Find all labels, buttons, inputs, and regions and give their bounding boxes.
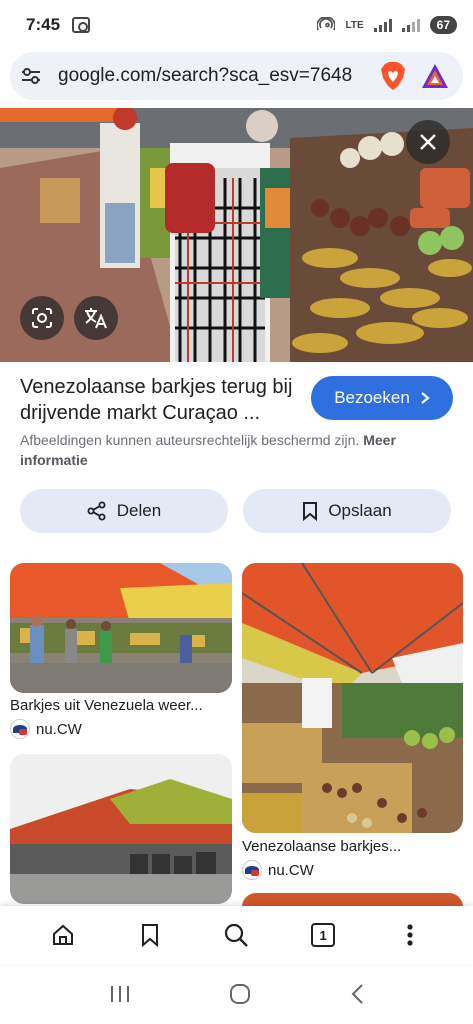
search-icon (225, 923, 249, 947)
related-image-1[interactable] (10, 563, 232, 693)
status-bar: 7:45 LTE 67 (0, 0, 473, 50)
lens-button[interactable] (20, 296, 64, 340)
tune-icon[interactable] (20, 65, 42, 87)
tabs-icon: 1 (311, 923, 336, 947)
signal-icon (373, 18, 392, 32)
save-label: Opslaan (328, 501, 392, 520)
home-button[interactable] (43, 915, 83, 955)
source-label: nu.CW (268, 861, 314, 879)
hotspot-icon (317, 17, 336, 31)
bookmark-icon (141, 924, 158, 947)
related-caption-2[interactable]: Venezolaanse barkjes... (242, 838, 401, 855)
related-image-4[interactable] (242, 893, 463, 907)
home-icon (53, 924, 74, 945)
share-label: Delen (116, 501, 162, 520)
signal-icon-2 (401, 18, 420, 32)
status-icons: LTE 67 (317, 16, 457, 34)
close-button[interactable] (406, 120, 450, 164)
related-image-2[interactable] (242, 563, 463, 833)
brave-lion-icon[interactable] (379, 61, 407, 91)
battery-indicator: 67 (429, 16, 457, 34)
save-button[interactable]: Opslaan (243, 489, 451, 533)
chevron-right-icon (421, 392, 430, 404)
home-nav-icon[interactable] (229, 983, 251, 1005)
share-icon (87, 501, 106, 521)
bookmark-icon (303, 502, 318, 521)
google-lens-icon (32, 308, 52, 328)
address-bar[interactable]: google.com/search?sca_esv=7648 (10, 52, 463, 100)
source-label: nu.CW (36, 720, 82, 738)
system-nav-bar (0, 964, 473, 1024)
search-button[interactable] (216, 915, 256, 955)
copyright-text: Afbeeldingen kunnen auteursrechtelijk be… (20, 432, 360, 448)
result-title[interactable]: Venezolaanse barkjes terug bij drijvende… (20, 374, 300, 426)
back-icon[interactable] (350, 983, 364, 1005)
related-caption-1[interactable]: Barkjes uit Venezuela weer... (10, 697, 203, 714)
nu-cw-logo-icon (242, 860, 262, 880)
browser-bottom-nav: 1 (0, 906, 473, 964)
related-source-2[interactable]: nu.CW (242, 860, 314, 880)
network-label: LTE (345, 19, 364, 31)
bookmarks-button[interactable] (130, 915, 170, 955)
more-menu-button[interactable] (390, 915, 430, 955)
url-text[interactable]: google.com/search?sca_esv=7648 (58, 65, 363, 87)
copyright-notice: Afbeeldingen kunnen auteursrechtelijk be… (20, 430, 440, 470)
recents-icon[interactable] (109, 985, 131, 1003)
brave-rewards-icon[interactable] (421, 63, 449, 89)
close-icon (420, 134, 436, 150)
share-button[interactable]: Delen (20, 489, 228, 533)
translate-button[interactable] (74, 296, 118, 340)
status-time: 7:45 (26, 15, 61, 34)
visit-label: Bezoeken (334, 388, 410, 407)
visit-button[interactable]: Bezoeken (311, 376, 453, 420)
more-icon (407, 924, 413, 946)
nu-cw-logo-icon (10, 719, 30, 739)
main-result-image[interactable] (0, 108, 473, 362)
tabs-button[interactable]: 1 (303, 915, 343, 955)
related-source-1[interactable]: nu.CW (10, 719, 82, 739)
related-image-3[interactable] (10, 754, 232, 904)
translate-icon (85, 308, 107, 329)
screenshot-icon (72, 17, 91, 33)
